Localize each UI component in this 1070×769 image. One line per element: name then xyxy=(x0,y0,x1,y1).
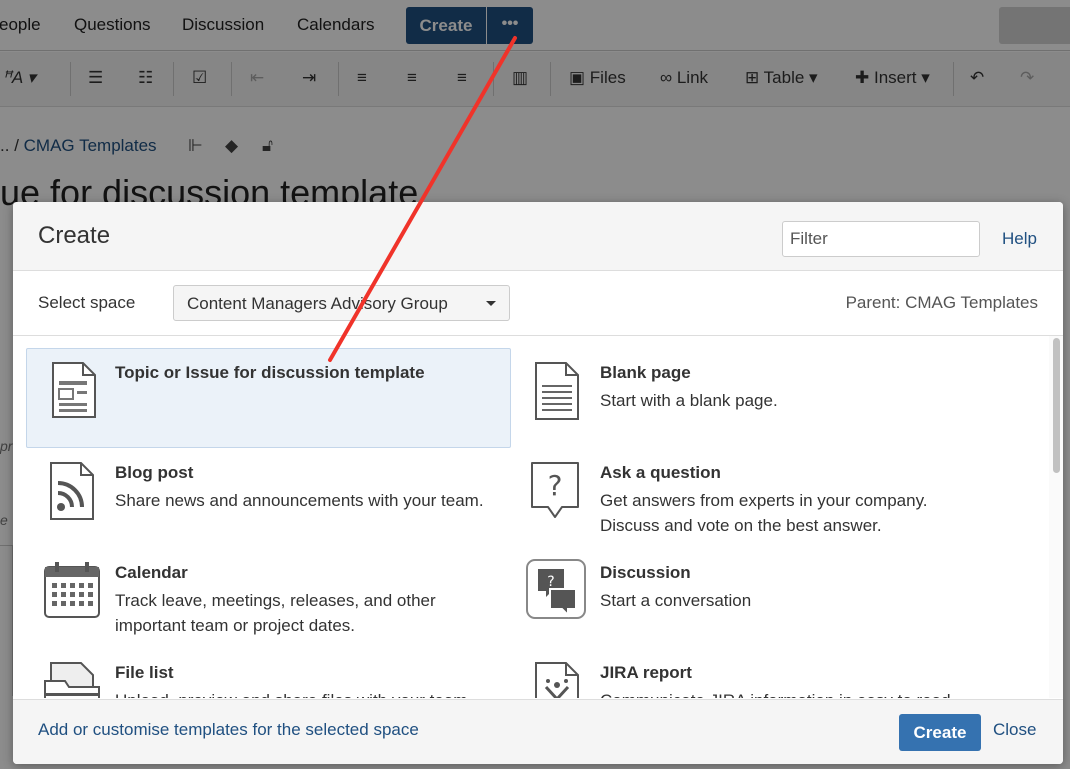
scrollbar-thumb[interactable] xyxy=(1053,338,1060,473)
template-item-jira-report[interactable]: JIRA report Communicate JIRA information… xyxy=(511,648,996,698)
space-select[interactable]: Content Managers Advisory Group xyxy=(173,285,510,321)
create-dialog: Create Help Select space Content Manager… xyxy=(13,202,1063,764)
jira-report-icon xyxy=(535,662,579,698)
template-item-calendar[interactable]: Calendar Track leave, meetings, releases… xyxy=(26,548,511,648)
file-list-icon xyxy=(44,662,100,698)
template-item-discussion[interactable]: ? Discussion Start a conversation xyxy=(511,548,996,648)
template-description: Get answers from experts in your company… xyxy=(600,491,928,535)
dialog-title: Create xyxy=(38,222,111,249)
template-name: Ask a question xyxy=(600,463,721,482)
svg-text:?: ? xyxy=(548,469,563,502)
template-name: File list xyxy=(115,663,174,682)
svg-text:?: ? xyxy=(547,574,554,590)
template-doc-icon xyxy=(52,362,96,418)
template-name: Topic or Issue for discussion template xyxy=(115,363,425,382)
template-name: JIRA report xyxy=(600,663,692,682)
select-space-label: Select space xyxy=(38,293,136,312)
template-item-file-list[interactable]: File list Upload, preview and share file… xyxy=(26,648,511,698)
customise-templates-link[interactable]: Add or customise templates for the selec… xyxy=(38,720,419,740)
calendar-icon xyxy=(44,562,100,618)
help-link[interactable]: Help xyxy=(1002,229,1037,249)
question-bubble-icon: ? xyxy=(531,462,579,518)
template-item-blog-post[interactable]: Blog post Share news and announcements w… xyxy=(26,448,511,548)
dialog-footer: Add or customise templates for the selec… xyxy=(13,699,1063,764)
template-name: Blog post xyxy=(115,463,194,482)
template-description: Start a conversation xyxy=(600,591,752,610)
chevron-down-icon xyxy=(486,301,496,306)
template-name: Calendar xyxy=(115,563,188,582)
template-description: Start with a blank page. xyxy=(600,391,778,410)
blank-page-icon xyxy=(535,362,579,420)
blog-post-icon xyxy=(50,462,94,520)
parent-page-label: Parent: CMAG Templates xyxy=(845,293,1038,312)
template-description: Track leave, meetings, releases, and oth… xyxy=(115,591,436,635)
template-item-topic[interactable]: Topic or Issue for discussion template xyxy=(26,348,511,448)
template-description: Communicate JIRA information in easy to … xyxy=(600,688,990,698)
filter-input[interactable] xyxy=(782,221,980,257)
discussion-icon: ? xyxy=(526,559,586,619)
template-name: Blank page xyxy=(600,363,691,382)
template-list-scrollbar[interactable] xyxy=(1049,336,1063,698)
template-list: Topic or Issue for discussion template B… xyxy=(13,336,1063,698)
close-button[interactable]: Close xyxy=(993,720,1036,740)
template-description: Share news and announcements with your t… xyxy=(115,491,484,510)
template-item-blank-page[interactable]: Blank page Start with a blank page. xyxy=(511,348,996,448)
template-item-ask-question[interactable]: ? Ask a question Get answers from expert… xyxy=(511,448,996,548)
template-name: Discussion xyxy=(600,563,691,582)
space-select-value: Content Managers Advisory Group xyxy=(187,294,448,313)
dialog-header: Create Help xyxy=(13,202,1063,271)
template-description: Upload, preview and share files with you… xyxy=(115,688,505,698)
space-row: Select space Content Managers Advisory G… xyxy=(13,271,1063,336)
create-button[interactable]: Create xyxy=(899,714,981,751)
